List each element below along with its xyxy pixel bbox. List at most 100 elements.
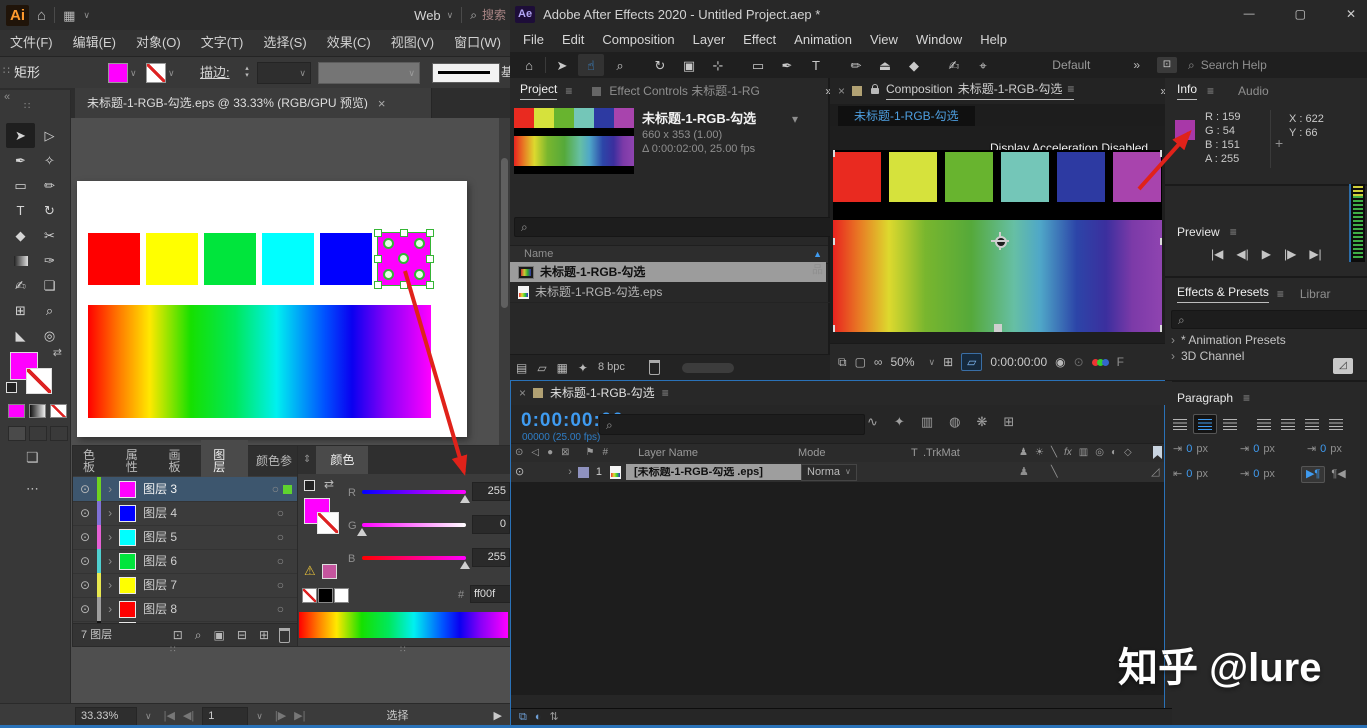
black-swatch[interactable]	[318, 588, 333, 603]
stereo-3d-icon[interactable]: ∞	[874, 356, 883, 368]
r-slider-handle[interactable]	[460, 495, 470, 503]
play-button[interactable]: ▶	[1262, 248, 1271, 260]
column-t[interactable]: T	[911, 447, 918, 459]
tab-effect-controls[interactable]: Effect Controls 未标题-1-RGB-	[609, 85, 759, 97]
blend-mode-dropdown[interactable]: Norma ∨	[801, 463, 857, 481]
column-name[interactable]: Name	[510, 249, 553, 260]
variable-width-dropdown[interactable]: ∨	[318, 62, 420, 84]
search-help-box[interactable]: ⌕ Search Help	[1188, 59, 1367, 71]
menu-file[interactable]: 文件(F)	[0, 30, 63, 56]
visibility-eye-icon[interactable]: ⊙	[73, 603, 97, 615]
swap-fill-stroke-icon[interactable]: ⇄	[53, 348, 62, 359]
target-circle-icon[interactable]: ○	[277, 603, 298, 615]
tab-libraries[interactable]: Librar	[1300, 288, 1331, 300]
justify-last-center-button[interactable]	[1277, 415, 1299, 433]
ae-title-bar[interactable]: Ae Adobe After Effects 2020 - Untitled P…	[510, 0, 1367, 28]
collapse-panel-icon[interactable]: «	[4, 92, 10, 103]
first-line-indent-field[interactable]: 0	[1320, 444, 1326, 455]
tab-layers[interactable]: 图层	[201, 440, 248, 482]
eraser-tool[interactable]: ◆	[6, 223, 35, 248]
target-circle-icon[interactable]: ○	[268, 483, 283, 495]
hand-tool[interactable]: ☝	[578, 54, 604, 76]
mask-visibility-button[interactable]: ▱	[961, 353, 983, 371]
layer-name[interactable]: 图层 6	[143, 555, 277, 567]
eyedropper-tool[interactable]: ✑	[35, 248, 64, 273]
camera-tool[interactable]: ▣	[676, 54, 702, 76]
fill-color-swatch[interactable]	[108, 63, 128, 83]
close-icon[interactable]: ×	[838, 85, 845, 97]
bbox-handle[interactable]	[374, 255, 382, 263]
new-composition-icon[interactable]: ▦	[557, 362, 568, 374]
sort-ascending-icon[interactable]: ▲	[813, 250, 828, 259]
r-slider[interactable]	[362, 490, 466, 494]
close-button[interactable]: ✕	[1330, 8, 1367, 20]
tab-paragraph[interactable]: Paragraph	[1177, 392, 1233, 404]
timeline-tab-name[interactable]: 未标题-1-RGB-勾选	[550, 387, 655, 399]
step-up-icon[interactable]: ▴	[245, 65, 249, 72]
column-trkmat[interactable]: .TrkMat	[923, 447, 960, 459]
rectangle-tool[interactable]: ▭	[745, 54, 771, 76]
b-slider[interactable]	[362, 556, 466, 560]
show-channels-icon[interactable]	[1091, 358, 1109, 366]
expand-caret-icon[interactable]: ›	[101, 531, 119, 543]
fx-switch-icon[interactable]: fx	[1064, 448, 1072, 458]
target-circle-icon[interactable]: ○	[277, 531, 298, 543]
expand-caret-icon[interactable]: ›	[101, 555, 119, 567]
expand-caret-icon[interactable]: ›	[101, 579, 119, 591]
gamut-warning-icon[interactable]: ⚠	[304, 564, 316, 577]
b-value-field[interactable]: 255	[472, 548, 510, 567]
composition-mini-flowchart-icon[interactable]: ∿	[867, 415, 878, 428]
screen-mode-icon[interactable]: ❏	[26, 450, 39, 464]
expand-caret-icon[interactable]: ›	[1171, 350, 1175, 362]
artboard[interactable]	[77, 181, 467, 437]
rotate-tool[interactable]: ↻	[35, 198, 64, 223]
direction-rtl-button[interactable]: ¶◀	[1329, 467, 1347, 482]
project-row[interactable]: 未标题-1-RGB-勾选.eps	[510, 282, 836, 303]
panel-menu-icon[interactable]: ≡	[1243, 392, 1250, 404]
tab-composition[interactable]: Composition 未标题-1-RGB-勾选 ≡	[886, 83, 1075, 100]
layer-thumbnail[interactable]	[119, 528, 137, 546]
clone-stamp-tool[interactable]: ⏏	[872, 54, 898, 76]
eraser-tool[interactable]: ◆	[901, 54, 927, 76]
bbox-handle[interactable]	[374, 281, 382, 289]
color-spectrum-bar[interactable]	[299, 612, 508, 638]
tab-artboards[interactable]: 画板	[158, 440, 201, 482]
minimize-button[interactable]: —	[1228, 8, 1271, 20]
menu-view[interactable]: View	[861, 28, 907, 52]
panel-menu-icon[interactable]: ≡	[1207, 85, 1214, 97]
region-of-interest-icon[interactable]: ⊞	[943, 356, 953, 368]
status-expand-icon[interactable]: ▶	[486, 711, 510, 722]
selection-tool[interactable]: ➤	[549, 54, 575, 76]
zoom-dropdown-icon[interactable]: ∨	[137, 712, 160, 721]
expand-caret-icon[interactable]: ›	[101, 483, 119, 495]
panel-resize-grip[interactable]: ◿	[1333, 358, 1353, 374]
anchor-point[interactable]	[414, 238, 425, 249]
collapse-chevrons-icon[interactable]: ⇕	[298, 455, 316, 465]
direction-ltr-button[interactable]: ▶¶	[1300, 466, 1326, 483]
frame-blending-icon[interactable]: ▥	[921, 415, 933, 428]
draw-inside-button[interactable]	[50, 426, 68, 441]
g-value-field[interactable]: 0	[472, 515, 510, 534]
tab-swatches[interactable]: 色板	[73, 440, 116, 482]
layer-row[interactable]: ⊙ › 图层 3 ○	[73, 477, 298, 502]
magnification-dropdown[interactable]: 50% ∨	[890, 356, 935, 368]
bbox-handle[interactable]	[400, 229, 408, 237]
layer-thumbnail[interactable]	[119, 552, 137, 570]
art-square-green[interactable]	[204, 233, 256, 285]
expand-caret-icon[interactable]: ›	[1171, 334, 1175, 346]
white-swatch[interactable]	[334, 588, 349, 603]
menu-object[interactable]: 对象(O)	[126, 30, 191, 56]
layer-expand-caret[interactable]: ›	[562, 466, 578, 478]
draw-behind-button[interactable]	[29, 426, 47, 441]
artboard-dropdown-icon[interactable]: ∨	[248, 712, 271, 721]
rotate-view-tool[interactable]: ◎	[35, 323, 64, 348]
expand-caret-icon[interactable]: ›	[101, 507, 119, 519]
next-frame-button[interactable]: |▶	[1284, 248, 1296, 260]
layer-bottom-handle[interactable]	[994, 324, 1002, 332]
space-after-field[interactable]: 0	[1253, 469, 1259, 480]
layer-thumbnail[interactable]	[119, 600, 137, 618]
draft-3d-icon[interactable]: ✦	[894, 415, 905, 428]
motion-blur-switch-icon[interactable]: ◎	[1095, 448, 1104, 458]
panel-menu-icon[interactable]: ≡	[662, 387, 669, 399]
tab-properties[interactable]: 属性	[116, 440, 159, 482]
